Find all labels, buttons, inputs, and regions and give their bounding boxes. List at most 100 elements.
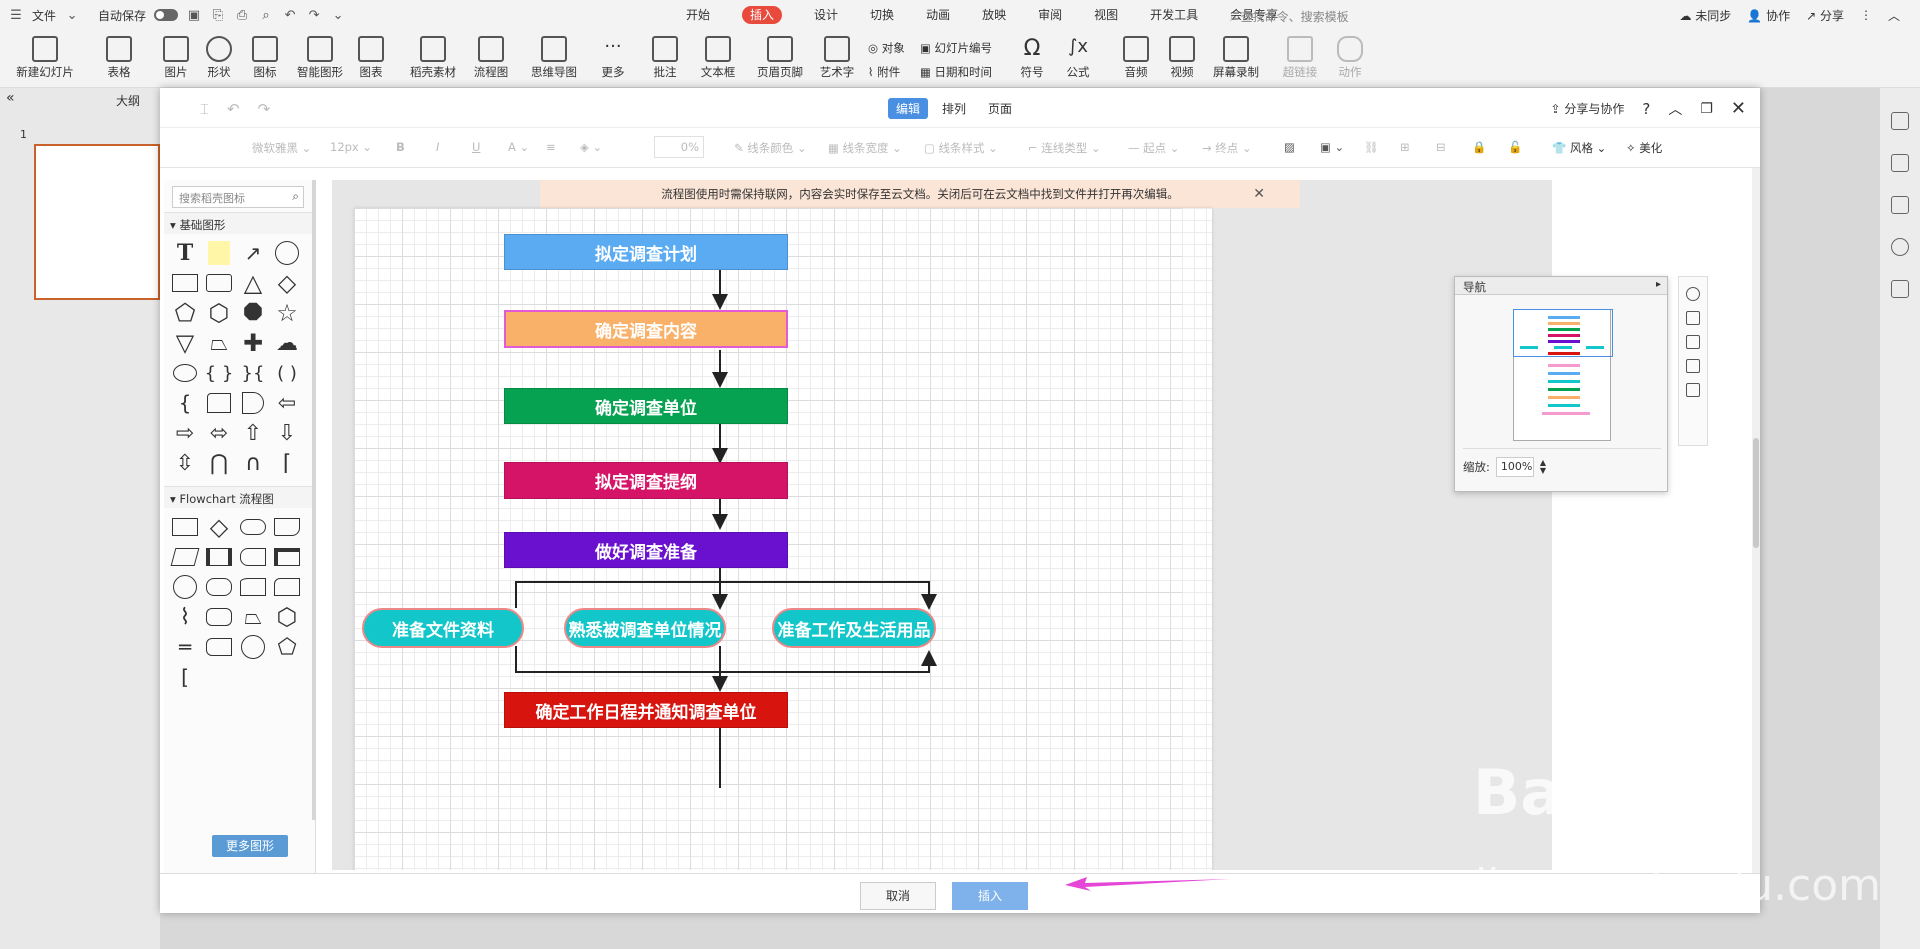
command-search[interactable]: ⌕ 查找命令、搜索模板 bbox=[1230, 8, 1349, 25]
flow-node-7[interactable]: 熟悉被调查单位情况 bbox=[564, 608, 726, 648]
corner-shape[interactable]: ⌈ bbox=[270, 448, 304, 478]
help-icon[interactable]: ? bbox=[1642, 100, 1650, 118]
triangle-shape[interactable]: △ bbox=[236, 268, 270, 298]
line-end-button[interactable]: → 终点 ⌄ bbox=[1202, 140, 1252, 156]
document-shape[interactable] bbox=[270, 512, 304, 542]
card-shape[interactable] bbox=[202, 388, 236, 418]
arrange-icon[interactable] bbox=[1686, 335, 1700, 349]
undo-icon[interactable]: ↶ bbox=[227, 100, 240, 118]
unlock-icon[interactable]: 🔓 bbox=[1508, 140, 1522, 154]
flow-node-4[interactable]: 拟定调查提纲 bbox=[504, 462, 788, 499]
up-down-arrow-shape[interactable]: ⇳ bbox=[168, 448, 202, 478]
up-arrow-shape[interactable]: ⇧ bbox=[236, 418, 270, 448]
format-icon[interactable] bbox=[1686, 311, 1700, 325]
tab-review[interactable]: 审阅 bbox=[1022, 0, 1078, 30]
tab-slideshow[interactable]: 放映 bbox=[966, 0, 1022, 30]
left-right-arrow-shape[interactable]: ⬄ bbox=[202, 418, 236, 448]
display-shape[interactable] bbox=[202, 632, 236, 662]
flow-node-6[interactable]: 准备文件资料 bbox=[362, 608, 524, 648]
table-button[interactable]: 表格 bbox=[98, 30, 140, 80]
rectangle-shape[interactable] bbox=[168, 268, 202, 298]
wordart-button[interactable]: 艺术字 bbox=[812, 30, 862, 80]
collapse-navigator-icon[interactable]: ▸ bbox=[1656, 279, 1661, 290]
chart-button[interactable]: 图表 bbox=[350, 30, 392, 80]
process-shape[interactable] bbox=[168, 512, 202, 542]
fill-color-icon[interactable]: ◈ ⌄ bbox=[580, 140, 602, 154]
share-button[interactable]: ↗ 分享 bbox=[1806, 7, 1844, 24]
tab-transition[interactable]: 切换 bbox=[854, 0, 910, 30]
chevron-down-icon[interactable]: ⌄ bbox=[64, 7, 80, 23]
zoom-input[interactable]: 100% bbox=[1495, 457, 1534, 477]
underline-button[interactable]: U bbox=[472, 140, 480, 154]
comment-button[interactable]: 批注 bbox=[645, 30, 685, 80]
insert-button[interactable]: 插入 bbox=[952, 882, 1028, 910]
tab-edit[interactable]: 编辑 bbox=[888, 98, 929, 119]
autosave-toggle[interactable] bbox=[154, 9, 179, 21]
formula-button[interactable]: ∫x 公式 bbox=[1058, 30, 1098, 80]
canvas-scrollbar[interactable] bbox=[1752, 168, 1760, 873]
arrow-line-shape[interactable]: ↗ bbox=[236, 238, 270, 268]
print-icon[interactable]: ⎙ bbox=[234, 7, 250, 23]
audio-button[interactable]: 音频 bbox=[1116, 30, 1156, 80]
font-select[interactable]: 微软雅黑 ⌄ bbox=[252, 140, 311, 156]
slides-icon[interactable] bbox=[1891, 196, 1909, 214]
restore-icon[interactable]: ❐ bbox=[1700, 101, 1713, 117]
cross-shape[interactable]: ✚ bbox=[236, 328, 270, 358]
header-footer-button[interactable]: 页眉页脚 bbox=[752, 30, 808, 80]
close-icon[interactable]: ✕ bbox=[1731, 98, 1746, 119]
sequential-data-shape[interactable] bbox=[202, 602, 236, 632]
sync-status[interactable]: ☁ 未同步 bbox=[1679, 7, 1731, 24]
predefined-process-shape[interactable] bbox=[202, 542, 236, 572]
tab-arrange[interactable]: 排列 bbox=[934, 98, 974, 119]
flow-node-2[interactable]: 确定调查内容 bbox=[504, 310, 788, 348]
image-icon[interactable]: ▨ bbox=[1284, 140, 1295, 154]
pentagon-shape[interactable]: ⬠ bbox=[168, 298, 202, 328]
mindmap-button[interactable]: 思维导图 bbox=[524, 30, 584, 80]
section-flowchart[interactable]: ▾ Flowchart 流程图 bbox=[164, 486, 316, 508]
u-turn-shape[interactable]: ⋂ bbox=[202, 448, 236, 478]
symbol-button[interactable]: Ω 符号 bbox=[1012, 30, 1052, 80]
bracket-pair-shape[interactable]: }{ bbox=[236, 358, 270, 388]
punched-tape-shape[interactable]: ⌇ bbox=[168, 602, 202, 632]
connector-shape[interactable] bbox=[168, 572, 202, 602]
lock-icon[interactable]: 🔒 bbox=[1472, 140, 1486, 154]
more-button[interactable]: ··· 更多 bbox=[592, 30, 634, 80]
u-turn-arrow-shape[interactable]: ∩ bbox=[236, 448, 270, 478]
inverted-triangle-shape[interactable]: ▽ bbox=[168, 328, 202, 358]
picture-button[interactable]: 图片 bbox=[155, 30, 197, 80]
attachment-button[interactable]: ⌇ 附件 bbox=[868, 64, 900, 80]
tab-page[interactable]: 页面 bbox=[980, 98, 1020, 119]
tab-start[interactable]: 开始 bbox=[670, 0, 726, 30]
note-shape[interactable] bbox=[202, 238, 236, 268]
left-brace-shape[interactable]: { bbox=[168, 388, 202, 418]
trapezoid-shape[interactable]: ⏢ bbox=[202, 328, 236, 358]
shape-panel-scrollbar[interactable] bbox=[312, 180, 316, 820]
collapse-icon[interactable]: ︿ bbox=[1888, 7, 1900, 24]
flow-node-1[interactable]: 拟定调查计划 bbox=[504, 234, 788, 270]
properties-icon[interactable] bbox=[1891, 112, 1909, 130]
circle-shape[interactable] bbox=[270, 238, 304, 268]
more-icon[interactable]: ⋮ bbox=[1860, 8, 1872, 22]
flow-node-5[interactable]: 做好调查准备 bbox=[504, 532, 788, 568]
section-basic-shapes[interactable]: ▾ 基础图形 bbox=[164, 212, 316, 234]
line-style-button[interactable]: ▢ 线条样式 ⌄ bbox=[924, 140, 998, 156]
tab-developer[interactable]: 开发工具 bbox=[1134, 0, 1214, 30]
docer-material-button[interactable]: 稻壳素材 bbox=[405, 30, 461, 80]
cancel-button[interactable]: 取消 bbox=[860, 882, 936, 910]
text-shape[interactable]: T bbox=[168, 238, 202, 268]
brace-pair-shape[interactable]: { } bbox=[202, 358, 236, 388]
flow-node-8[interactable]: 准备工作及生活用品 bbox=[772, 608, 936, 648]
annotation-shape[interactable]: [ bbox=[168, 662, 202, 692]
collapse-panel-icon[interactable]: « bbox=[6, 90, 15, 106]
hexagon-shape[interactable]: ⬡ bbox=[202, 298, 236, 328]
action-button[interactable]: 动作 bbox=[1330, 30, 1370, 80]
internal-storage-shape[interactable] bbox=[270, 542, 304, 572]
star-shape[interactable]: ☆ bbox=[270, 298, 304, 328]
line-start-button[interactable]: — 起点 ⌄ bbox=[1128, 140, 1179, 156]
more-shapes-button[interactable]: 更多图形 bbox=[212, 835, 288, 857]
card-flow-shape[interactable] bbox=[270, 572, 304, 602]
align-icon[interactable]: ≡ bbox=[546, 140, 556, 154]
right-arrow-shape[interactable]: ⇨ bbox=[168, 418, 202, 448]
navigator-icon[interactable] bbox=[1686, 287, 1700, 301]
new-slide-button[interactable]: 新建幻灯片 bbox=[10, 30, 80, 80]
